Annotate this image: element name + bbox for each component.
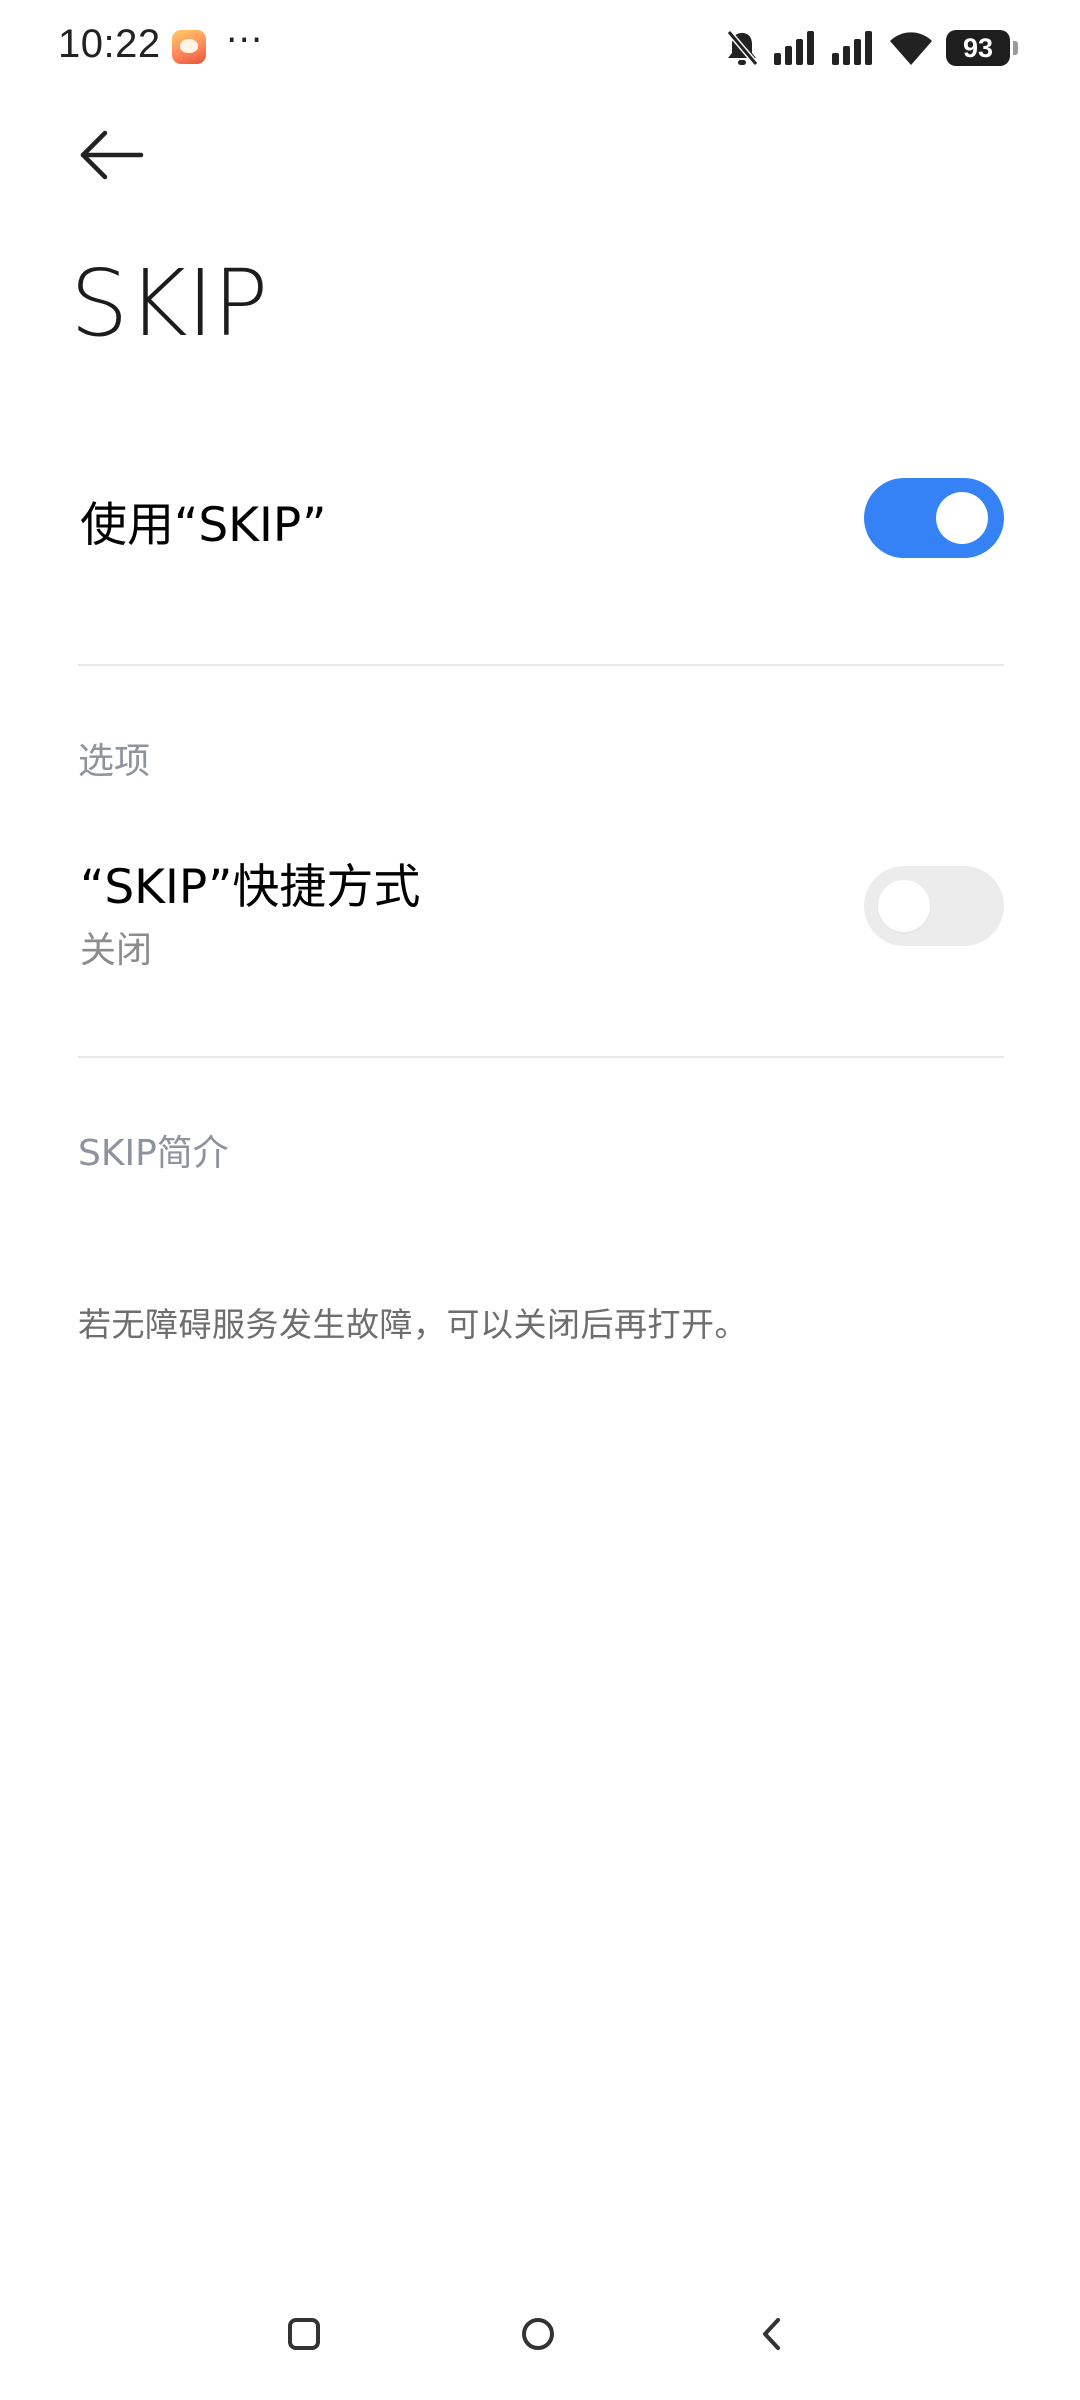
signal-icon-2 (832, 31, 876, 65)
back-button[interactable] (72, 122, 152, 192)
divider (78, 1056, 1004, 1058)
app-notification-icon (172, 30, 206, 64)
skip-shortcut-status: 关闭 (80, 930, 153, 971)
use-skip-label: 使用“SKIP” (80, 498, 327, 553)
signal-icon (774, 31, 818, 65)
more-notifications-icon: ··· (226, 20, 264, 61)
recents-square-icon (287, 2317, 321, 2355)
nav-back-button[interactable] (742, 2306, 802, 2366)
use-skip-toggle[interactable] (864, 478, 1004, 558)
status-bar: 10:22 ··· 93 (0, 0, 1080, 100)
page-title: SKIP (70, 250, 268, 357)
recents-button[interactable] (274, 2306, 334, 2366)
navigation-bar (0, 2290, 1080, 2380)
use-skip-row[interactable]: 使用“SKIP” (78, 470, 1004, 570)
wifi-icon (890, 31, 932, 65)
home-button[interactable] (508, 2306, 568, 2366)
skip-shortcut-toggle[interactable] (864, 866, 1004, 946)
battery-tip (1013, 41, 1018, 55)
skip-shortcut-row[interactable]: “SKIP”快捷方式 关闭 (78, 848, 1004, 978)
status-time: 10:22 (58, 22, 161, 66)
options-section-header: 选项 (78, 741, 151, 782)
arrow-left-icon (79, 130, 145, 184)
intro-section-header: SKIP简介 (78, 1133, 229, 1174)
home-circle-icon (520, 2316, 556, 2356)
toggle-knob (878, 880, 930, 932)
intro-description: 若无障碍服务发生故障，可以关闭后再打开。 (78, 1305, 748, 1344)
battery-icon: 93 (946, 30, 1010, 66)
battery-level: 93 (962, 32, 994, 63)
bell-off-icon (724, 29, 760, 67)
skip-shortcut-label: “SKIP”快捷方式 (80, 860, 421, 915)
back-chevron-icon (760, 2316, 784, 2356)
divider (78, 664, 1004, 666)
toggle-knob (936, 492, 988, 544)
status-icons: 93 (710, 26, 1018, 70)
